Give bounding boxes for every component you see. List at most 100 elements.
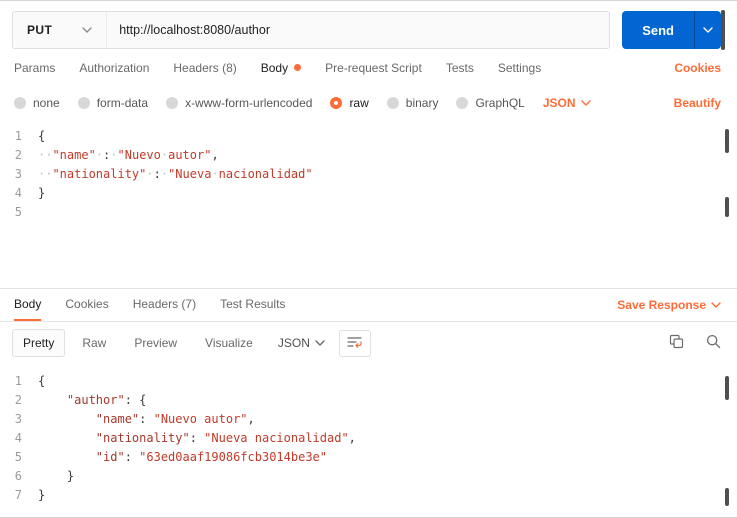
code-line: 1{	[0, 127, 737, 146]
scrollbar-thumb[interactable]	[725, 129, 729, 153]
copy-icon	[669, 334, 684, 352]
response-toolbar: Pretty Raw Preview Visualize JSON	[0, 322, 737, 364]
line-content: {	[38, 129, 46, 143]
code-line: 7}	[0, 486, 737, 505]
mode-label: binary	[405, 95, 439, 110]
url-value: http://localhost:8080/author	[119, 23, 271, 37]
code-line: 2 ··"name"·:·"Nuevo·autor",	[0, 146, 737, 165]
url-group: PUT http://localhost:8080/author	[12, 11, 611, 49]
request-tabs: Params Authorization Headers (8) Body Pre-re…	[14, 61, 541, 75]
body-mode-graphql[interactable]: GraphQL	[456, 96, 525, 110]
line-content: }	[38, 488, 46, 502]
response-tab-test-results[interactable]: Test Results	[220, 289, 285, 321]
url-input[interactable]: http://localhost:8080/author	[107, 12, 609, 48]
radio-button	[330, 96, 343, 109]
send-options-button[interactable]	[694, 11, 721, 49]
body-mode-binary[interactable]: binary	[386, 95, 439, 110]
mode-label: none	[33, 95, 60, 110]
radio-button	[456, 96, 469, 109]
line-number: 6	[14, 469, 22, 483]
view-tab-raw[interactable]: Raw	[71, 329, 117, 357]
line-content: }	[38, 186, 46, 200]
body-mode-row: none form-data x-www-form-urlencoded raw bin…	[0, 86, 737, 119]
send-group: Send	[622, 11, 721, 49]
save-response-button[interactable]: Save Response	[617, 289, 721, 321]
code-line: 2 "author": {	[0, 391, 737, 410]
request-tab-body[interactable]: Body	[260, 60, 302, 75]
request-tab-tests[interactable]: Tests	[446, 61, 474, 75]
tab-label: Body	[260, 60, 289, 75]
view-tab-preview[interactable]: Preview	[123, 329, 188, 357]
line-content: "nationality": "Nueva nacionalidad",	[95, 431, 356, 445]
view-tab-pretty[interactable]: Pretty	[12, 329, 66, 357]
response-language-select[interactable]: JSON	[278, 336, 325, 350]
scrollbar-mark	[725, 488, 729, 506]
request-body-editor[interactable]: 1{2 ··"name"·:·"Nuevo·autor", 3 ··"national…	[0, 119, 737, 288]
toolbar-right	[669, 334, 721, 352]
cookies-link[interactable]: Cookies	[674, 61, 721, 75]
request-tab-settings[interactable]: Settings	[498, 61, 541, 75]
request-tab-pre-request-script[interactable]: Pre-request Script	[325, 61, 422, 75]
line-content: ··"nationality"·:·"Nueva·nacionalidad"	[38, 167, 313, 181]
mode-label: raw	[349, 95, 369, 110]
request-code: 1{2 ··"name"·:·"Nuevo·autor", 3 ··"national…	[0, 127, 737, 222]
scrollbar-mark	[725, 197, 729, 217]
search-response-button[interactable]	[706, 334, 721, 352]
tab-label: Cookies	[65, 297, 109, 311]
line-number: 2	[14, 393, 22, 407]
request-bar: PUT http://localhost:8080/author Send	[12, 11, 721, 49]
beautify-link[interactable]: Beautify	[674, 96, 721, 110]
method-select[interactable]: PUT	[13, 12, 108, 48]
radio-button	[77, 96, 90, 109]
line-number: 7	[14, 488, 22, 502]
send-button[interactable]: Send	[622, 11, 694, 49]
line-number: 1	[14, 129, 22, 143]
response-body-viewer[interactable]: 1{2 "author": {3 "name": "Nuevo autor", 4…	[0, 364, 737, 517]
wrap-text-button[interactable]	[338, 329, 371, 357]
body-mode-form-data[interactable]: form-data	[77, 96, 148, 110]
language-label: JSON	[277, 336, 310, 350]
tab-label: Test Results	[220, 297, 286, 311]
radio-button	[386, 96, 399, 109]
line-number: 2	[14, 148, 22, 162]
request-tab-authorization[interactable]: Authorization	[79, 61, 149, 75]
tab-label: Settings	[497, 60, 542, 75]
body-mode-raw[interactable]: raw	[330, 95, 369, 110]
request-tab-params[interactable]: Params	[14, 61, 55, 75]
copy-response-button[interactable]	[669, 334, 684, 352]
scrollbar-thumb[interactable]	[725, 376, 729, 400]
line-content: {	[38, 374, 46, 388]
request-tab-headers-8[interactable]: Headers (8)	[173, 61, 236, 75]
line-content: "author": {	[66, 393, 147, 407]
text-wrap-icon	[347, 336, 362, 351]
line-number: 4	[14, 186, 22, 200]
body-modes: none form-data x-www-form-urlencoded raw bin…	[14, 96, 543, 110]
chevron-down-icon	[82, 27, 92, 33]
response-view-tabs: Pretty Raw Preview Visualize	[12, 329, 270, 357]
line-number: 5	[14, 450, 22, 464]
view-tab-visualize[interactable]: Visualize	[194, 329, 264, 357]
code-line: 6 }	[0, 467, 737, 486]
mode-label: x-www-form-urlencoded	[185, 95, 313, 110]
tab-label: Headers (8)	[173, 60, 237, 75]
tab-label: Authorization	[79, 60, 150, 75]
method-label: PUT	[27, 23, 53, 37]
body-mode-x-www-form-urlencoded[interactable]: x-www-form-urlencoded	[166, 96, 312, 110]
response-tab-cookies[interactable]: Cookies	[65, 289, 108, 321]
response-tabs-row: Body Cookies Headers (7) Test Results Save …	[0, 289, 737, 322]
response-tab-headers-7[interactable]: Headers (7)	[133, 289, 196, 321]
code-line: 3 ··"nationality"·:·"Nueva·nacionalidad"	[0, 165, 737, 184]
line-number: 1	[14, 374, 22, 388]
response-tab-body[interactable]: Body	[14, 289, 42, 321]
line-content: "name": "Nuevo autor",	[95, 412, 255, 426]
line-number: 4	[14, 431, 22, 445]
body-mode-none[interactable]: none	[14, 96, 60, 110]
body-language-select[interactable]: JSON	[543, 96, 591, 110]
unsaved-changes-dot	[294, 64, 302, 71]
line-content: }	[66, 469, 75, 483]
language-label: JSON	[542, 95, 576, 110]
radio-button	[14, 96, 26, 109]
response-code: 1{2 "author": {3 "name": "Nuevo autor", 4…	[0, 372, 737, 505]
save-response-label: Save Response	[617, 298, 706, 312]
scrollbar-thumb[interactable]	[721, 10, 725, 50]
